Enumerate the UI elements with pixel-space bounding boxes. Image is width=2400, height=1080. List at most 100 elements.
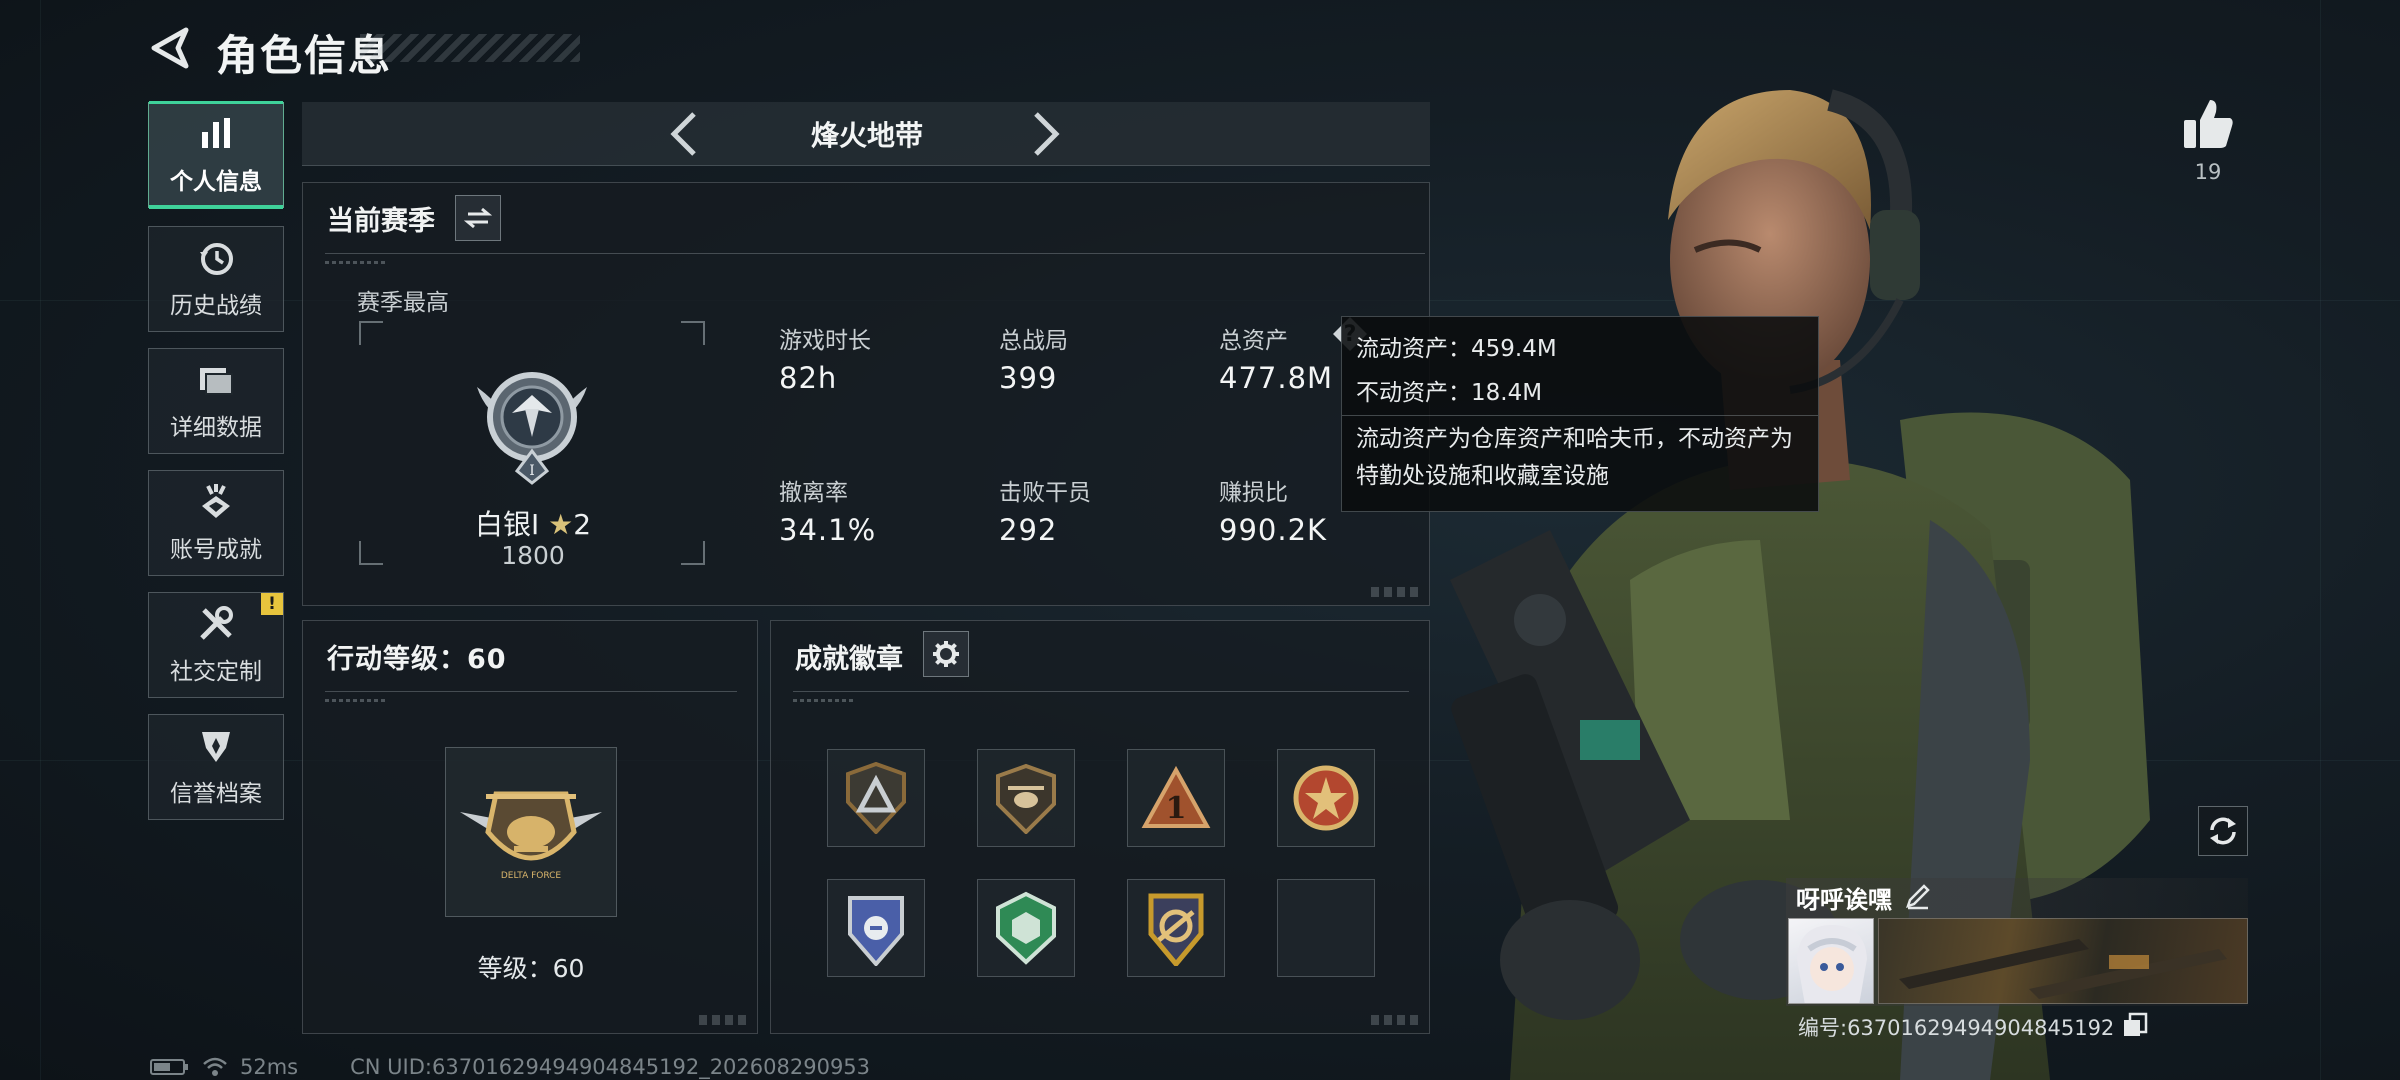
copy-icon[interactable] [2122,1012,2148,1038]
nav-item-label: 信誉档案 [170,781,262,807]
tools-icon [200,606,233,640]
badge-slot[interactable] [827,879,925,977]
nav-item-label: 账号成就 [170,537,262,563]
chevron-right-icon[interactable] [1020,110,1068,158]
player-banner [1878,918,2248,1004]
rank-name: 白银Ⅰ [474,508,540,541]
nav-item-history[interactable]: 历史战绩 [148,226,284,332]
blue-shield-badge-icon [848,896,904,966]
mode-selector: 烽火地带 [302,102,1430,166]
badge-slot[interactable] [977,879,1075,977]
action-level-panel: 行动等级：60 DELTA FORCE 等级：60 [302,620,758,1034]
battery-icon [150,1059,188,1075]
season-best-label: 赛季最高 [357,290,449,316]
stat-label-profit-ratio: 赚损比 [1219,480,1288,506]
ping-text: 52ms [240,1055,299,1079]
level-emblem-frame: DELTA FORCE [445,747,617,917]
folder-icon [200,368,233,395]
helicopter-level-emblem-icon: DELTA FORCE [460,791,602,881]
badge-slot[interactable] [1277,749,1375,847]
badge-slot[interactable] [827,749,925,847]
badge-slot[interactable]: 1 [1127,749,1225,847]
gear-icon [933,641,959,667]
nav-item-label: 社交定制 [170,659,262,685]
nav-item-personal-info[interactable]: 个人信息 [148,101,284,209]
helicopter-badge-icon [996,763,1056,834]
green-hex-badge-icon [996,891,1056,965]
panel-decoration [793,699,853,702]
stat-value-playtime: 82h [779,361,838,395]
back-arrow-icon[interactable] [148,26,192,70]
nav-item-social-custom[interactable]: 社交定制 ! [148,592,284,698]
rank-star-icon: ★ [548,508,574,541]
star-roundel-badge-icon [1293,765,1359,831]
current-season-panel: 当前赛季 赛季最高 I 白银Ⅰ ★2 1800 游戏时长 82h 总战局 399… [302,182,1430,606]
tooltip-fixed-assets: 不动资产：18.4M [1356,380,1543,406]
player-name: 呀呼诶嘿 [1796,886,1892,914]
panel-decoration [325,699,385,702]
gold-crest-badge-icon [1148,893,1204,966]
assets-tooltip: 流动资产：459.4M 不动资产：18.4M 流动资产为仓库资产和哈夫币，不动资… [1341,316,1819,512]
stat-label-extract-rate: 撤离率 [779,480,848,506]
uid-text: CN UID:6370162949490484519​2_20260829095… [350,1055,871,1079]
badge-slot-empty[interactable] [1277,879,1375,977]
stat-label-total-assets: 总资产 [1219,328,1288,354]
reputation-icon [202,732,230,762]
refresh-button[interactable] [2198,806,2248,856]
edit-pencil-icon[interactable] [1904,882,1932,910]
rank-points: 1800 [501,541,565,570]
achievement-icon [202,484,230,518]
level-caption: 等级：60 [477,954,585,983]
nav-item-reputation[interactable]: 信誉档案 [148,714,284,820]
corner-decoration [699,1015,749,1025]
rank-display: 白银Ⅰ ★2 [403,503,663,543]
thumbs-up-icon[interactable] [2180,96,2236,152]
corner-decoration [1371,587,1421,597]
panel-decoration [325,261,385,264]
like-count: 19 [2194,160,2222,184]
tooltip-description: 流动资产为仓库资产和哈夫币，不动资产为特勤处设施和收藏室设施 [1356,426,1793,489]
triangle-shield-badge-icon [846,762,906,834]
nav-item-achievements[interactable]: 账号成就 [148,470,284,576]
swap-arrows-icon [464,207,492,229]
badge-settings-button[interactable] [923,631,969,677]
stat-value-profit-ratio: 990.2K [1219,513,1328,547]
avatar-image [1797,925,1867,1003]
stat-value-operators-defeated: 292 [999,513,1058,547]
avatar[interactable] [1788,918,1874,1004]
panel-title: 当前赛季 [327,206,435,237]
tooltip-liquid-assets: 流动资产：459.4M [1356,336,1557,362]
stat-value-total-matches: 399 [999,361,1058,395]
stat-label-playtime: 游戏时长 [779,328,871,354]
emblem-text: DELTA FORCE [501,871,562,881]
achievement-badges-panel: 成就徽章 1 [770,620,1430,1034]
rank-stars: 2 [573,508,592,541]
svg-text:1: 1 [1166,791,1187,826]
panel-title: 行动等级：60 [327,644,507,675]
stat-value-total-assets: 477.8M [1219,361,1334,395]
nav-item-detailed-data[interactable]: 详细数据 [148,348,284,454]
nav-item-label: 详细数据 [170,415,262,441]
player-id: 编号:637016294949048451​92 [1798,1016,2115,1040]
panel-title: 成就徽章 [795,644,903,675]
mode-name: 烽火地带 [810,119,923,152]
title-stripes-decoration [360,34,580,62]
nav-item-label: 历史战绩 [170,293,262,319]
badge-slot[interactable] [977,749,1075,847]
badge-slot[interactable] [1127,879,1225,977]
bar-chart-icon [202,118,230,148]
corner-decoration [1371,1015,1421,1025]
status-bar: 52ms CN UID:6370162949490484519​2_202608… [150,1054,870,1080]
alert-badge: ! [261,593,283,615]
number-one-badge-icon: 1 [1141,766,1211,828]
banner-image [1899,939,2227,999]
history-clock-icon [200,243,233,275]
switch-season-button[interactable] [455,195,501,241]
refresh-icon [2210,817,2236,845]
svg-text:I: I [529,463,535,479]
stat-value-extract-rate: 34.1% [779,513,877,547]
stat-label-operators-defeated: 击败干员 [999,480,1091,506]
wifi-icon [203,1057,227,1076]
silver-rank-emblem-icon: I [477,372,587,485]
nav-item-label: 个人信息 [170,169,262,195]
